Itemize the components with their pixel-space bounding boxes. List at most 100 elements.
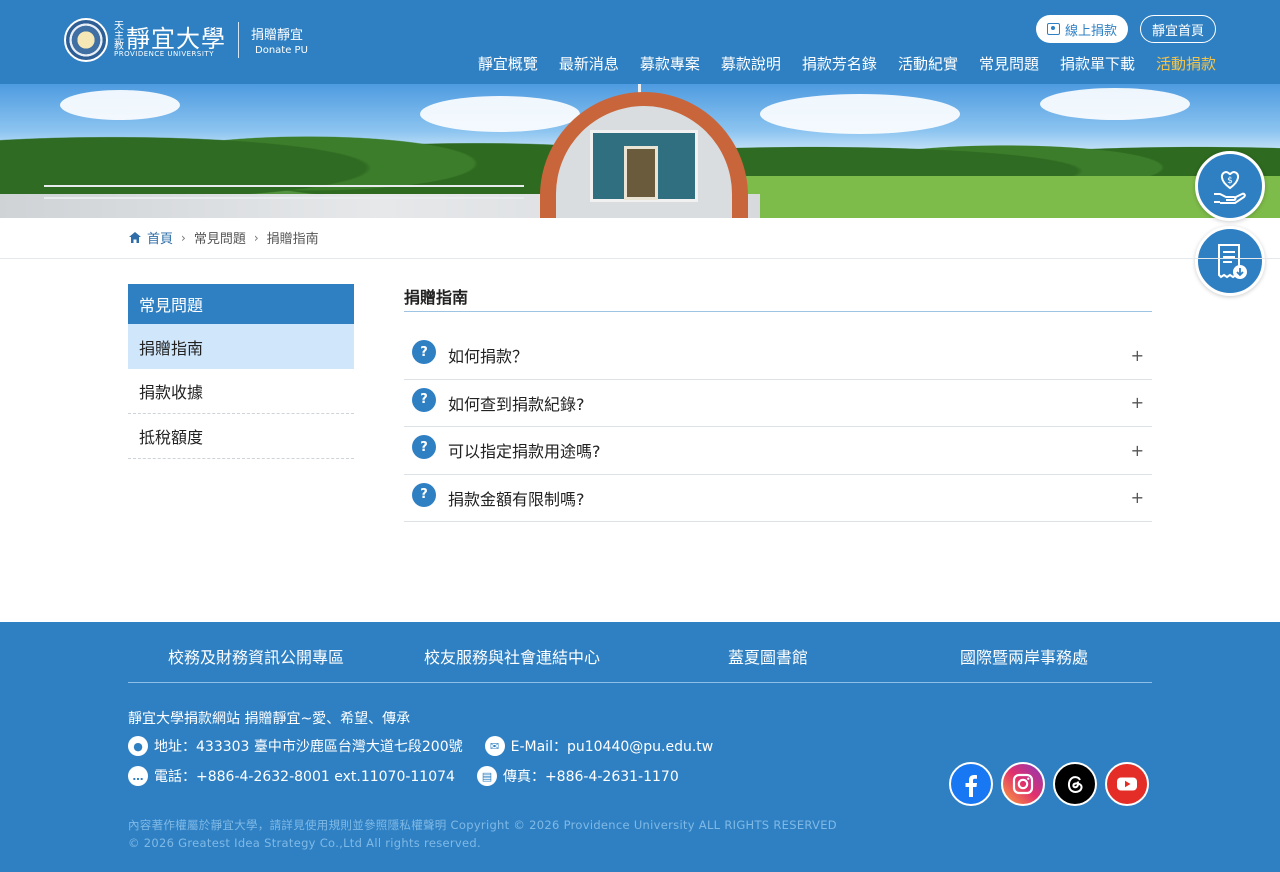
nav-item-events[interactable]: 活動紀實 <box>898 53 958 74</box>
footer-links: 校務及財務資訊公開專區 校友服務與社會連結中心 蓋夏圖書館 國際暨兩岸事務處 <box>128 644 1152 668</box>
nav-item-projects[interactable]: 募款專案 <box>640 53 700 74</box>
footer-contact-row-1: ● 地址：433303 臺中市沙鹿區台灣大道七段200號 ✉ E-Mail：pu… <box>128 736 735 756</box>
plus-icon[interactable]: + <box>1131 346 1144 365</box>
site-name-cn: 捐贈靜宜 <box>251 28 304 43</box>
instagram-link[interactable] <box>1001 762 1045 806</box>
sidebar: 常見問題 捐贈指南 捐款收據 抵稅額度 <box>128 284 354 459</box>
university-seal-icon <box>64 18 108 62</box>
breadcrumb-home[interactable]: 首頁 <box>128 228 173 247</box>
logo-divider <box>238 22 239 58</box>
banner-cloud <box>1040 88 1190 120</box>
banner-railing <box>44 185 524 199</box>
faq-list: ? 如何捐款？ + ? 如何查到捐款紀錄? + ? 可以指定捐款用途嗎? + ?… <box>404 332 1152 522</box>
footer-link-international-office[interactable]: 國際暨兩岸事務處 <box>896 644 1152 668</box>
faq-item[interactable]: ? 捐款金額有限制嗎? + <box>404 475 1152 522</box>
faq-question: 可以指定捐款用途嗎? <box>448 442 601 462</box>
logo-en-text: PROVIDENCE UNIVERSITY <box>114 50 214 58</box>
chevron-right-icon: › <box>253 230 259 245</box>
logo-big-text: 靜宜大學 <box>126 25 226 53</box>
chat-bubble-icon: … <box>128 766 148 786</box>
question-icon: ? <box>412 435 436 460</box>
footer-email-text: E-Mail：pu10440@pu.edu.tw <box>510 739 714 755</box>
floating-download-form-button[interactable] <box>1195 226 1265 296</box>
chapel-door <box>624 146 658 200</box>
pu-home-label: 靜宜首頁 <box>1151 23 1204 39</box>
nav-item-event-donation[interactable]: 活動捐款 <box>1156 53 1216 74</box>
plus-icon[interactable]: + <box>1131 488 1144 507</box>
footer-phone: … 電話：+886-4-2632-8001 ext.11070-11074 <box>128 766 455 786</box>
footer-fax: ▤ 傳真：+886-4-2631-1170 <box>476 766 679 786</box>
mail-icon: ✉ <box>484 736 505 756</box>
nav-item-donor-list[interactable]: 捐款芳名錄 <box>802 53 877 74</box>
breadcrumb-faq[interactable]: 常見問題 <box>194 228 246 247</box>
breadcrumb-current: 捐贈指南 <box>266 232 319 247</box>
location-pin-icon: ● <box>128 736 148 756</box>
question-icon: ? <box>412 387 436 412</box>
nav-item-news[interactable]: 最新消息 <box>559 53 619 74</box>
logo-wordmark: 天主教 靜宜大學 PROVIDENCE UNIVERSITY <box>114 21 226 59</box>
youtube-link[interactable] <box>1105 762 1149 806</box>
nav-item-explanation[interactable]: 募款說明 <box>721 53 781 74</box>
sidebar-title: 常見問題 <box>128 284 354 324</box>
plus-icon[interactable]: + <box>1131 393 1144 412</box>
breadcrumb-home-label: 首頁 <box>147 232 174 247</box>
faq-item[interactable]: ? 可以指定捐款用途嗎? + <box>404 427 1152 475</box>
floating-donate-button[interactable]: $ <box>1195 151 1265 221</box>
faq-question: 捐款金額有限制嗎? <box>448 489 585 509</box>
youtube-icon <box>1117 777 1137 791</box>
donate-box-icon <box>1046 23 1060 35</box>
instagram-icon <box>1012 773 1034 795</box>
top-buttons: 線上捐款 靜宜首頁 <box>1035 15 1216 43</box>
nav-item-faq[interactable]: 常見問題 <box>979 53 1039 74</box>
footer-copyright: 內容著作權屬於靜宜大學，請詳見使用規則並參照隱私權聲明 Copyright © … <box>128 818 837 850</box>
footer-link-alumni-center[interactable]: 校友服務與社會連結中心 <box>384 644 640 668</box>
fax-icon: ▤ <box>476 766 497 786</box>
pu-home-button[interactable]: 靜宜首頁 <box>1139 15 1216 43</box>
home-icon <box>129 232 141 243</box>
svg-text:$: $ <box>1227 176 1233 186</box>
question-icon: ? <box>412 482 436 507</box>
logo-small-text: 天主教 <box>114 21 124 52</box>
online-donate-button[interactable]: 線上捐款 <box>1035 15 1128 43</box>
footer-address-text: 地址：433303 臺中市沙鹿區台灣大道七段200號 <box>154 739 463 755</box>
footer-fax-text: 傳真：+886-4-2631-1170 <box>502 769 679 785</box>
footer-divider <box>128 682 1152 683</box>
receipt-download-icon <box>1218 244 1247 279</box>
heart-hand-donate-icon: $ <box>1214 170 1246 204</box>
footer-site-line: 靜宜大學捐款網站 捐贈靜宜~愛、希望、傳承 <box>128 711 411 727</box>
plus-icon[interactable]: + <box>1131 441 1144 460</box>
sidebar-item-donation-guide[interactable]: 捐贈指南 <box>128 324 354 369</box>
breadcrumb-divider <box>0 258 1280 259</box>
sidebar-item-receipt[interactable]: 捐款收據 <box>128 369 354 414</box>
facebook-link[interactable] <box>949 762 993 806</box>
breadcrumb: 首頁 › 常見問題 › 捐贈指南 <box>128 228 319 247</box>
footer-email[interactable]: ✉ E-Mail：pu10440@pu.edu.tw <box>484 736 714 756</box>
chevron-right-icon: › <box>181 230 186 245</box>
banner-cloud <box>760 94 960 134</box>
footer-contact-row-2: … 電話：+886-4-2632-8001 ext.11070-11074 ▤ … <box>128 766 701 786</box>
site-name: 捐贈靜宜 Donate PU <box>251 24 308 56</box>
faq-item[interactable]: ? 如何捐款？ + <box>404 332 1152 380</box>
nav-item-form-download[interactable]: 捐款單下載 <box>1060 53 1135 74</box>
social-links <box>949 762 1149 806</box>
footer-address: ● 地址：433303 臺中市沙鹿區台灣大道七段200號 <box>128 736 463 756</box>
page-title: 捐贈指南 <box>404 284 1152 312</box>
faq-item[interactable]: ? 如何查到捐款紀錄? + <box>404 380 1152 427</box>
site-footer: 校務及財務資訊公開專區 校友服務與社會連結中心 蓋夏圖書館 國際暨兩岸事務處 靜… <box>0 622 1280 872</box>
site-header: 天主教 靜宜大學 PROVIDENCE UNIVERSITY 捐贈靜宜 Dona… <box>0 0 1280 84</box>
threads-link[interactable] <box>1053 762 1097 806</box>
footer-link-library[interactable]: 蓋夏圖書館 <box>640 644 896 668</box>
threads-icon <box>1067 776 1083 793</box>
faq-question: 如何捐款？ <box>448 347 529 367</box>
nav-item-overview[interactable]: 靜宜概覽 <box>478 53 538 74</box>
footer-link-finance-info[interactable]: 校務及財務資訊公開專區 <box>128 644 384 668</box>
facebook-icon <box>965 775 977 797</box>
university-logo[interactable]: 天主教 靜宜大學 PROVIDENCE UNIVERSITY 捐贈靜宜 Dona… <box>64 18 308 62</box>
main-nav: 靜宜概覽 最新消息 募款專案 募款說明 捐款芳名錄 活動紀實 常見問題 捐款單下… <box>478 53 1216 74</box>
site-name-en: Donate PU <box>255 45 308 56</box>
sidebar-item-tax-deduction[interactable]: 抵稅額度 <box>128 414 354 459</box>
question-icon: ? <box>412 340 436 365</box>
online-donate-label: 線上捐款 <box>1064 23 1117 39</box>
faq-question: 如何查到捐款紀錄? <box>448 394 585 414</box>
hero-banner <box>0 84 1280 218</box>
